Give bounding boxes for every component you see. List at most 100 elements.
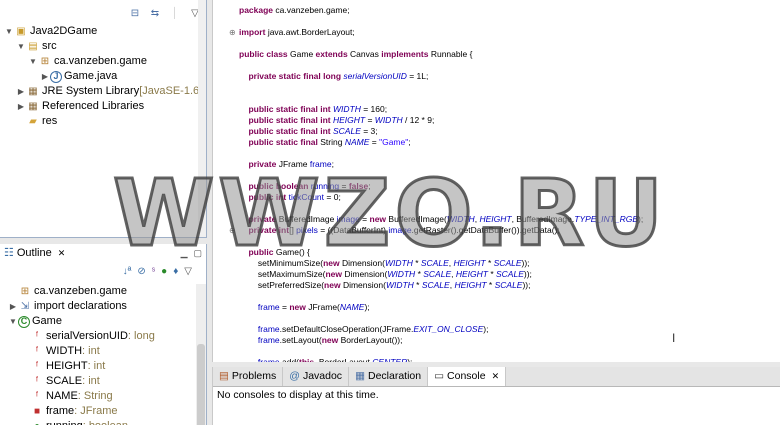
code-line[interactable] [239, 236, 643, 247]
tree-row[interactable]: ▼ ⊞ ca.vanzeben.game [0, 54, 206, 69]
tab-declaration[interactable]: ▦ Declaration [349, 367, 429, 386]
fold-collapse-icon[interactable]: ⊖ [229, 226, 236, 235]
code-line[interactable]: public class Game extends Canvas impleme… [239, 49, 643, 60]
code-line[interactable]: private BufferedImage image = new Buffer… [239, 214, 643, 225]
tree-row[interactable]: ■ frame : JFrame [4, 404, 196, 419]
close-icon[interactable]: ✕ [492, 367, 500, 386]
tree-row[interactable]: ᶠ NAME : String [4, 389, 196, 404]
code-line[interactable] [239, 148, 643, 159]
tree-row[interactable]: ▼ C Game [4, 314, 196, 329]
outline-view: ☷ Outline ✕ ▁ ▢ ↓ª ⊘ ˢ ● ♦ ▽ ⊞ ca.vanzebe… [0, 244, 207, 425]
tree-row[interactable]: ▶ ▦ Referenced Libraries [0, 99, 206, 114]
code-line[interactable] [239, 170, 643, 181]
tab-outline[interactable]: ☷ Outline ✕ [0, 244, 72, 263]
code-line[interactable]: public static final String NAME = "Game"… [239, 137, 643, 148]
tree-row[interactable]: ▶ ⇲ import declarations [4, 299, 196, 314]
bottom-tab-bar: ▤ Problems @ Javadoc ▦ Declaration ▭ Console ✕ [213, 367, 780, 387]
class-icon: C [18, 315, 30, 328]
code-line[interactable] [239, 38, 643, 49]
code-token: = 0; [324, 192, 341, 202]
collapse-all-icon[interactable]: ⊟ [128, 6, 142, 20]
code-line[interactable]: frame.setDefaultCloseOperation(JFrame.EX… [239, 324, 643, 335]
code-line[interactable]: package ca.vanzeben.game; [239, 5, 643, 16]
tree-row[interactable]: ▼ ▣ Java2DGame [0, 24, 206, 39]
expanded-arrow-icon[interactable]: ▼ [16, 39, 26, 54]
tree-row[interactable]: ▶ ▦ JRE System Library [JavaSE-1.6] [0, 84, 206, 99]
code-token: WIDTH [384, 258, 413, 268]
code-line[interactable]: frame = new JFrame(NAME); [239, 302, 643, 313]
tree-row[interactable]: ᶠ serialVersionUID : long [4, 329, 196, 344]
link-editor-icon[interactable]: ⇆ [148, 6, 162, 20]
code-line[interactable] [239, 93, 643, 104]
outline-scrollbar[interactable] [196, 284, 206, 425]
code-token: public static final int [239, 126, 333, 136]
code-line[interactable]: setMinimumSize(new Dimension(WIDTH * SCA… [239, 258, 643, 269]
tree-row[interactable]: ●running : boolean [4, 419, 196, 425]
expanded-arrow-icon[interactable]: ▼ [28, 54, 38, 69]
close-icon[interactable]: ✕ [58, 244, 66, 263]
code-line[interactable]: private static final long serialVersionU… [239, 71, 643, 82]
code-line[interactable] [239, 16, 643, 27]
code-line[interactable]: public static final int HEIGHT = WIDTH /… [239, 115, 643, 126]
code-line[interactable]: setPreferredSize(new Dimension(WIDTH * S… [239, 280, 643, 291]
fold-expand-icon[interactable]: ⊕ [229, 28, 236, 37]
tree-row[interactable]: ᶠ SCALE : int [4, 374, 196, 389]
hide-fields-icon[interactable]: ⊘ [137, 266, 145, 277]
code-token: .add( [279, 357, 300, 362]
code-line[interactable] [239, 313, 643, 324]
code-line[interactable] [239, 82, 643, 93]
code-line[interactable]: private int[] pixels = ((DataBufferInt) … [239, 225, 643, 236]
code-line[interactable]: public Game() { [239, 247, 643, 258]
hide-static-icon[interactable]: ˢ [152, 266, 155, 277]
code-line[interactable] [239, 291, 643, 302]
tab-problems[interactable]: ▤ Problems [213, 367, 284, 386]
code-token: HEIGHT [332, 115, 366, 125]
code-line[interactable]: public static final int WIDTH = 160; [239, 104, 643, 115]
tab-console[interactable]: ▭ Console ✕ [428, 367, 507, 386]
tab-javadoc[interactable]: @ Javadoc [283, 367, 350, 386]
code-line[interactable]: public int tickCount = 0; [239, 192, 643, 203]
scrollbar-thumb[interactable] [197, 344, 205, 425]
collapsed-arrow-icon[interactable]: ▶ [16, 99, 26, 114]
code-token: setMaximumSize( [239, 269, 326, 279]
expanded-arrow-icon[interactable]: ▼ [4, 24, 14, 39]
tab-label: Javadoc [302, 370, 343, 382]
code-editor[interactable]: ⊕ ⊖ package ca.vanzeben.game; import jav… [212, 0, 780, 362]
package-explorer-toolbar: ⊟ ⇆ │ ▽ [128, 4, 202, 22]
tree-row[interactable]: ⊞ ca.vanzeben.game [4, 284, 196, 299]
maximize-icon[interactable]: ▢ [193, 248, 202, 259]
code-line[interactable]: public boolean running = false; [239, 181, 643, 192]
tree-row-label: Game [32, 315, 62, 327]
code-line[interactable] [239, 346, 643, 357]
view-menu-icon[interactable]: ▽ [184, 266, 192, 277]
code-line[interactable] [239, 60, 643, 71]
tree-row[interactable]: ▶ J Game.java [0, 69, 206, 84]
collapsed-arrow-icon[interactable]: ▶ [8, 299, 18, 314]
code-token: pixels [296, 225, 318, 235]
code-line[interactable]: setMaximumSize(new Dimension(WIDTH * SCA… [239, 269, 643, 280]
code-token: setPreferredSize( [239, 280, 325, 290]
tree-row[interactable]: ᶠ HEIGHT : int [4, 359, 196, 374]
sort-icon[interactable]: ↓ª [123, 266, 132, 277]
code-line[interactable]: frame.add(this, BorderLayout.CENTER); [239, 357, 643, 362]
tree-row[interactable]: ▰ res [0, 114, 206, 129]
code-line[interactable]: frame.setLayout(new BorderLayout()); [239, 335, 643, 346]
hide-local-types-icon[interactable]: ♦ [173, 266, 178, 277]
tree-row[interactable]: ᶠ WIDTH : int [4, 344, 196, 359]
collapsed-arrow-icon[interactable]: ▶ [16, 84, 26, 99]
hide-nonpublic-icon[interactable]: ● [161, 266, 167, 277]
tree-row-label: Java2DGame [30, 25, 98, 37]
code-line[interactable]: import java.awt.BorderLayout; [239, 27, 643, 38]
code-line[interactable] [239, 203, 643, 214]
tree-row[interactable]: ▼ ▤ src [0, 39, 206, 54]
expanded-arrow-icon[interactable]: ▼ [8, 314, 18, 329]
code-line[interactable]: private JFrame frame; [239, 159, 643, 170]
package-explorer-scrollbar[interactable] [198, 0, 206, 237]
code-token: image [388, 225, 412, 235]
minimize-icon[interactable]: ▁ [181, 248, 188, 259]
code-line[interactable]: public static final int SCALE = 3; [239, 126, 643, 137]
static-final-field-icon: ᶠ [35, 391, 39, 402]
collapsed-arrow-icon[interactable]: ▶ [40, 69, 50, 84]
code-text[interactable]: package ca.vanzeben.game; import java.aw… [239, 5, 643, 362]
